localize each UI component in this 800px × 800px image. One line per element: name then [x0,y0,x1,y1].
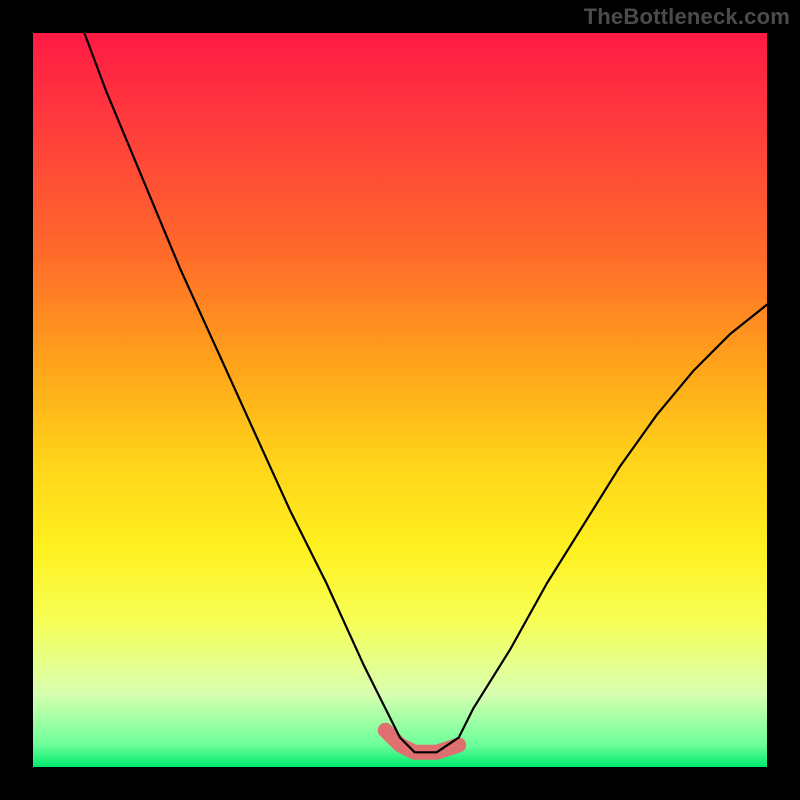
curve-line [84,33,767,752]
watermark-text: TheBottleneck.com [584,4,790,30]
plot-area [33,33,767,767]
highlight-band [385,730,458,752]
chart-frame: TheBottleneck.com [0,0,800,800]
chart-svg [33,33,767,767]
